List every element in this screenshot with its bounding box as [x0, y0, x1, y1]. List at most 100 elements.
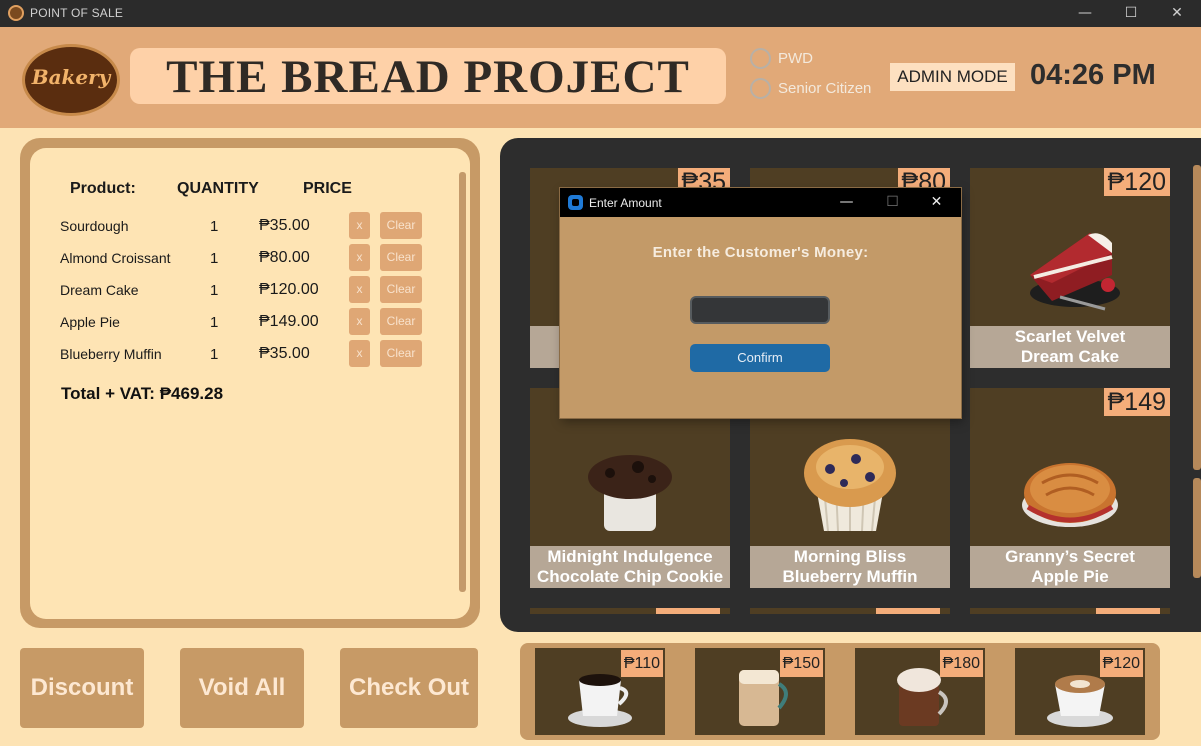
dialog-titlebar: Enter Amount — ☐ ✕: [560, 188, 961, 217]
pwd-radio[interactable]: PWD: [750, 48, 890, 70]
column-header-price: PRICE: [303, 180, 352, 197]
apple-pie-icon: [1022, 463, 1118, 527]
remove-item-button[interactable]: x: [349, 212, 370, 239]
dialog-prompt: Enter the Customer's Money:: [652, 244, 869, 261]
dialog-app-icon: [568, 195, 583, 210]
order-price: ₱120.00: [259, 281, 319, 298]
red-velvet-cake-slice-icon: [1030, 233, 1120, 311]
product-card-peek: [530, 608, 730, 614]
radio-circle-icon: [750, 78, 771, 99]
discount-button[interactable]: Discount: [20, 648, 144, 728]
product-name-line2: Blueberry Muffin: [782, 567, 918, 586]
header-bar: Bakery THE BREAD PROJECT PWD Senior Citi…: [0, 27, 1201, 128]
order-quantity: 1: [210, 346, 219, 363]
product-name: Midnight Indulgence Chocolate Chip Cooki…: [530, 546, 730, 588]
brand-title: THE BREAD PROJECT: [166, 51, 690, 103]
product-name-line1: Granny’s Secret: [1005, 547, 1135, 566]
product-name-line2: Chocolate Chip Cookie: [536, 567, 724, 586]
dialog-title: Enter Amount: [589, 196, 662, 210]
clear-item-button[interactable]: Clear: [380, 244, 422, 271]
dialog-close-button[interactable]: ✕: [914, 188, 959, 217]
product-price-tab: [656, 608, 720, 614]
product-price: ₱120: [1103, 168, 1170, 196]
chocolate-cookie-jar-icon: [588, 455, 672, 531]
order-quantity: 1: [210, 282, 219, 299]
drink-price: ₱150: [779, 650, 823, 677]
product-card-peek: [750, 608, 950, 614]
clear-item-button[interactable]: Clear: [380, 340, 422, 367]
drink-card-cappuccino[interactable]: ₱120: [1015, 648, 1145, 735]
app-logo-icon: [8, 5, 24, 21]
enter-amount-dialog: Enter Amount — ☐ ✕ Enter the Customer's …: [560, 188, 961, 418]
product-card-apple-pie[interactable]: ₱149 Granny’s Secret Apple Pie: [970, 388, 1170, 588]
blueberry-muffin-icon: [804, 439, 896, 532]
order-quantity: 1: [210, 250, 219, 267]
order-product-name: Dream Cake: [60, 282, 139, 298]
order-price: ₱149.00: [259, 313, 319, 330]
order-quantity: 1: [210, 314, 219, 331]
drink-price: ₱110: [620, 650, 663, 677]
maximize-button[interactable]: ☐: [1108, 0, 1154, 27]
window-titlebar: POINT OF SALE — ☐ ✕: [0, 0, 1201, 27]
product-card-peek: [970, 608, 1170, 614]
clear-item-button[interactable]: Clear: [380, 276, 422, 303]
order-product-name: Blueberry Muffin: [60, 346, 162, 362]
product-card-dream-cake[interactable]: ₱120 Scarlet Velvet Dream Cake: [970, 168, 1170, 368]
order-quantity: 1: [210, 218, 219, 235]
drink-price: ₱180: [939, 650, 983, 677]
drink-price: ₱120: [1099, 650, 1143, 677]
senior-citizen-radio[interactable]: Senior Citizen: [750, 78, 890, 100]
clear-item-button[interactable]: Clear: [380, 308, 422, 335]
product-name-line2: Dream Cake: [1020, 347, 1120, 366]
order-price: ₱80.00: [259, 249, 310, 266]
product-price: ₱149: [1103, 388, 1170, 416]
brand-banner: THE BREAD PROJECT: [130, 48, 726, 104]
order-price: ₱35.00: [259, 217, 310, 234]
product-name-line1: Midnight Indulgence: [547, 547, 713, 566]
pwd-label: PWD: [778, 50, 813, 67]
product-card-blueberry-muffin[interactable]: Morning Bliss Blueberry Muffin: [750, 388, 950, 588]
window-title: POINT OF SALE: [30, 6, 124, 20]
remove-item-button[interactable]: x: [349, 308, 370, 335]
product-name: Morning Bliss Blueberry Muffin: [750, 546, 950, 588]
product-grid-scrollbar-track[interactable]: [1193, 478, 1201, 578]
clock: 04:26 PM: [1030, 59, 1156, 91]
dialog-maximize-button[interactable]: ☐: [870, 188, 915, 217]
column-header-product: Product:: [70, 180, 136, 197]
radio-circle-icon: [750, 48, 771, 69]
clear-item-button[interactable]: Clear: [380, 212, 422, 239]
product-name-line2: Apple Pie: [1031, 567, 1109, 586]
remove-item-button[interactable]: x: [349, 276, 370, 303]
product-price-tab: [1096, 608, 1160, 614]
product-name-line1: Scarlet Velvet: [1014, 327, 1126, 346]
order-total: Total + VAT: ₱469.28: [61, 384, 224, 403]
drink-card-latte[interactable]: ₱150: [695, 648, 825, 735]
logo-text: Bakery: [31, 65, 111, 89]
confirm-button[interactable]: Confirm: [690, 344, 830, 372]
check-out-button[interactable]: Check Out: [340, 648, 478, 728]
dialog-minimize-button[interactable]: —: [824, 188, 869, 217]
product-name: Scarlet Velvet Dream Cake: [970, 326, 1170, 368]
product-grid-scrollbar[interactable]: [1193, 165, 1201, 470]
order-product-name: Sourdough: [60, 218, 129, 234]
product-card-chocolate-chip-cookie[interactable]: Midnight Indulgence Chocolate Chip Cooki…: [530, 388, 730, 588]
close-button[interactable]: ✕: [1154, 0, 1200, 27]
order-product-name: Almond Croissant: [60, 250, 171, 266]
admin-mode-button[interactable]: ADMIN MODE: [890, 63, 1015, 91]
product-name-line1: Morning Bliss: [793, 547, 907, 566]
order-scrollbar[interactable]: [459, 172, 466, 592]
order-price: ₱35.00: [259, 345, 310, 362]
void-all-button[interactable]: Void All: [180, 648, 304, 728]
remove-item-button[interactable]: x: [349, 340, 370, 367]
product-price-tab: [876, 608, 940, 614]
minimize-button[interactable]: —: [1062, 0, 1108, 27]
bakery-logo: Bakery: [22, 44, 120, 116]
drink-card-mocha[interactable]: ₱180: [855, 648, 985, 735]
column-header-quantity: QUANTITY: [177, 180, 259, 197]
senior-citizen-label: Senior Citizen: [778, 80, 872, 97]
order-product-name: Apple Pie: [60, 314, 120, 330]
customer-money-input[interactable]: [690, 296, 830, 324]
drink-card-espresso[interactable]: ₱110: [535, 648, 665, 735]
product-name: Granny’s Secret Apple Pie: [970, 546, 1170, 588]
remove-item-button[interactable]: x: [349, 244, 370, 271]
